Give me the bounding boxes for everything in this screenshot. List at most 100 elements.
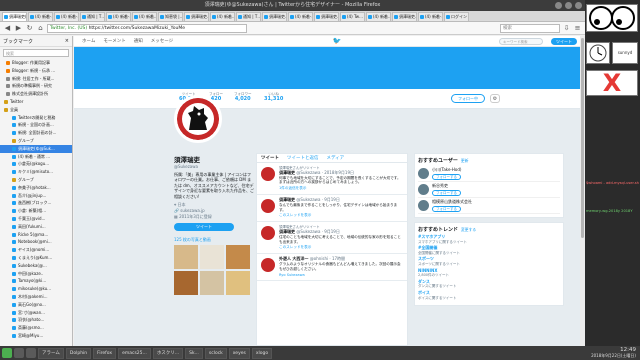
bookmark-item[interactable]: 進西樹(ブロック... xyxy=(0,199,72,207)
bookmark-item[interactable]: 新規の準備事例 - 研究 xyxy=(0,82,72,90)
bookmark-item[interactable]: Sukebeka(@... xyxy=(0,262,72,270)
reload-icon[interactable]: ↻ xyxy=(25,24,34,33)
bookmark-item[interactable]: 新規 - 全国の計画... xyxy=(0,121,72,129)
trend-item[interactable]: ボイス ボイスに関するツイート xyxy=(418,290,560,300)
bookmark-item[interactable]: キクミ(@misuto... xyxy=(0,168,72,176)
nav-moments[interactable]: モーメント xyxy=(103,38,125,44)
taskbar-clock[interactable]: 12:49 2018年9月22日(土曜日) xyxy=(591,347,640,358)
profile-name[interactable]: 須澤瑞吏 xyxy=(174,154,254,164)
bookmark-item[interactable]: 新規: 住居工作 - 所蔵... xyxy=(0,75,72,83)
browser-tab[interactable]: 須澤瑞吏… xyxy=(262,11,287,21)
browser-tab[interactable]: (4) 新着-… xyxy=(288,11,313,21)
close-icon[interactable] xyxy=(575,2,582,9)
trend-item[interactable]: #スマホアプリ スマホアプリに関するツイート xyxy=(418,234,560,244)
taskbar-task[interactable]: Firefox xyxy=(93,347,117,359)
trend-item[interactable]: #全国開催 全国開催に関するツイート xyxy=(418,246,560,255)
browser-tab[interactable]: (4) 新着-… xyxy=(54,11,79,21)
browser-tab[interactable]: 須澤瑞吏… xyxy=(392,11,417,21)
photo-thumb[interactable] xyxy=(174,245,198,270)
photo-thumb[interactable] xyxy=(174,271,198,296)
browser-tab[interactable]: 知恵袋 |… xyxy=(158,11,183,21)
photo-thumb[interactable] xyxy=(200,271,224,296)
download-icon[interactable]: ⇩ xyxy=(562,24,571,33)
browser-tab[interactable]: 須澤瑞吏(ゆ xyxy=(2,11,27,21)
taskbar-task[interactable]: xlogo xyxy=(251,347,273,359)
tweet-item[interactable]: 須澤瑞吏さんがリツイート 須澤瑞吏 @Sukezawa · 2018年9月19日何… xyxy=(257,163,407,195)
taskbar-task[interactable]: emacs25... xyxy=(118,347,151,359)
browser-tab[interactable]: (4) Tw… xyxy=(340,11,365,21)
nav-notifications[interactable]: 通知 xyxy=(134,38,143,44)
tweet-item[interactable]: 須澤瑞吏さんがリツイート 須澤瑞吏 @Sukezawa · 9月19日 住宅のことも… xyxy=(257,222,407,255)
bookmark-item[interactable]: 須澤瑞吏(ゆ@Suk... xyxy=(0,144,72,153)
bookmark-item[interactable]: mikosuke(@ku... xyxy=(0,285,72,293)
avatar[interactable] xyxy=(418,184,429,195)
tweet-button[interactable]: ツイート xyxy=(551,37,577,45)
url-bar[interactable]: Twitter, Inc. (US) https://twitter.com/S… xyxy=(47,23,247,33)
bookmark-item[interactable]: Notebook(@mi... xyxy=(0,238,72,246)
tab-tweets-replies[interactable]: ツイートと返信 xyxy=(287,154,319,162)
bookmark-item[interactable]: 羽衣(@hato... xyxy=(0,316,72,324)
browser-tab[interactable]: 通知 | T… xyxy=(236,11,261,21)
maximize-icon[interactable] xyxy=(565,2,572,9)
bookmark-item[interactable]: 奈美子(@hotak... xyxy=(0,184,72,192)
follow-suggestion-button[interactable]: フォローする xyxy=(432,206,461,212)
link-text[interactable]: sukezawa.jp xyxy=(180,208,204,213)
bookmark-item[interactable]: 宮:寸(@wan... xyxy=(0,309,72,317)
taskbar-task[interactable]: Sk... xyxy=(185,347,203,359)
change-link[interactable]: 変更する xyxy=(461,227,476,232)
bookmark-item[interactable]: 木村(@akemi... xyxy=(0,293,72,301)
avatar[interactable] xyxy=(418,168,429,179)
tab-media[interactable]: メディア xyxy=(327,154,345,162)
suggestion-name[interactable]: 小川(Take-Hod) xyxy=(432,167,461,173)
browser-tab[interactable]: (4) 新着… xyxy=(210,11,235,21)
search-input[interactable]: 検索 xyxy=(500,23,560,33)
browser-tab[interactable]: (4) 新着-… xyxy=(418,11,443,21)
bookmark-item[interactable]: Blogger: 作業用記事 xyxy=(0,59,72,67)
browser-tab[interactable]: 須澤瑞吏… xyxy=(184,11,209,21)
gear-icon[interactable]: ⚙ xyxy=(490,94,500,103)
minimize-icon[interactable] xyxy=(555,2,562,9)
bookmark-item[interactable]: ヤイス(@nomi... xyxy=(0,246,72,254)
tab-tweets[interactable]: ツイート xyxy=(261,154,279,162)
tweet-avatar[interactable] xyxy=(261,258,275,273)
xeyes-window[interactable] xyxy=(586,4,638,32)
bookmark-item[interactable]: 宮崎@Miyu... xyxy=(0,332,72,340)
bookmark-item[interactable]: 千葉玉(@vid... xyxy=(0,215,72,223)
tweet-avatar[interactable] xyxy=(261,167,275,181)
bookmark-item[interactable]: 中田(@kaze.. xyxy=(0,270,72,278)
desktop-icon[interactable] xyxy=(26,348,36,358)
bookmark-item[interactable]: 株式会社須澤設計所 xyxy=(0,90,72,98)
bookmark-item[interactable]: 小倉: 新築(相... xyxy=(0,207,72,215)
menu-icon[interactable]: ≡ xyxy=(573,24,582,33)
bookmark-item[interactable]: くまえり(@Kum... xyxy=(0,254,72,262)
bookmark-item[interactable]: 新規: 全国計画の計... xyxy=(0,129,72,137)
twitter-search-input[interactable]: キーワード検索 xyxy=(499,37,543,45)
browser-tab[interactable]: (4) 新着-… xyxy=(28,11,53,21)
tweet-avatar[interactable] xyxy=(261,198,275,213)
browser-tab[interactable]: ログイン xyxy=(444,11,469,21)
tweet-thread-link[interactable]: このスレッドを表示 xyxy=(279,213,403,218)
bookmark-item[interactable]: 全員 xyxy=(0,106,72,114)
bookmark-item[interactable]: グループ xyxy=(0,137,72,145)
home-icon[interactable]: ⌂ xyxy=(36,24,45,33)
suggestion-name[interactable]: 新谷秀吏 xyxy=(432,183,461,189)
bookmark-item[interactable]: グループ xyxy=(0,176,72,184)
bookmark-item[interactable]: 斎藤(@smo... xyxy=(0,324,72,332)
scroll-thumb[interactable] xyxy=(581,38,584,238)
photo-thumb[interactable] xyxy=(226,271,250,296)
analog-clock-window[interactable] xyxy=(586,42,610,64)
follow-button[interactable]: フォロー中 xyxy=(451,94,485,103)
follow-suggestion-button[interactable]: フォローする xyxy=(432,174,461,180)
taskbar-task[interactable]: Dolphin xyxy=(65,347,92,359)
browser-tab[interactable]: 通知 | T… xyxy=(80,11,105,21)
bookmark-item[interactable]: Blogger: 新規 - 伝承 ... xyxy=(0,67,72,75)
photo-thumb[interactable] xyxy=(200,245,224,270)
bookmark-item[interactable]: 高田(Yukumi... xyxy=(0,223,72,231)
bookmark-item[interactable]: Tamayo(@ki... xyxy=(0,277,72,285)
photos-link[interactable]: 125 枚の写真と動画 xyxy=(174,237,254,243)
taskbar-task[interactable]: xeyes xyxy=(228,347,250,359)
taskbar-task[interactable]: ホスクリ... xyxy=(152,347,184,359)
xlogo-window[interactable]: X xyxy=(586,70,638,96)
stat-followers[interactable]: フォロワー 4,020 xyxy=(234,92,252,102)
forward-icon[interactable]: ▶ xyxy=(14,24,23,33)
